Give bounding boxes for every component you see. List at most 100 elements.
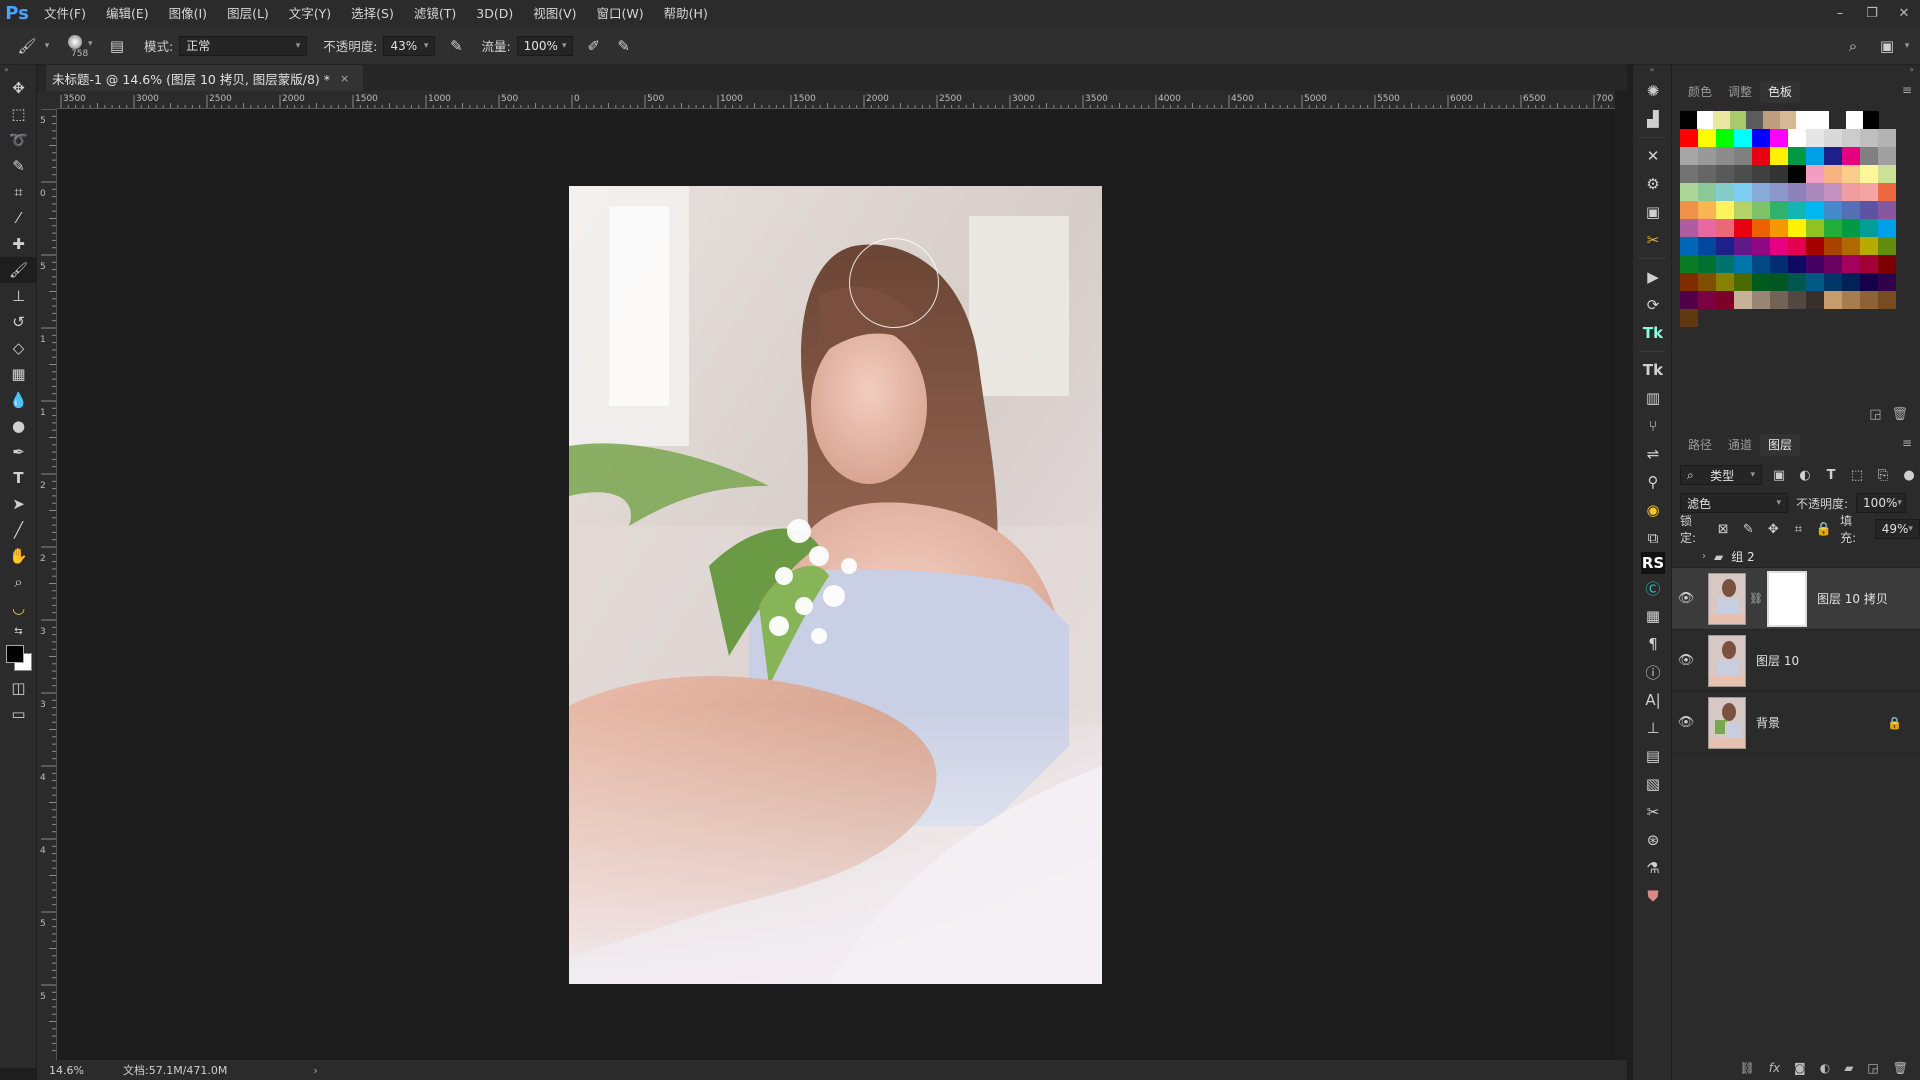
color-swatch[interactable] — [1788, 237, 1806, 255]
swirl-icon[interactable]: ⚙ — [1633, 170, 1673, 198]
color-swatch[interactable] — [1806, 237, 1824, 255]
color-swatch[interactable] — [1878, 183, 1896, 201]
color-swatch[interactable] — [1680, 237, 1698, 255]
document-photo[interactable] — [569, 186, 1102, 984]
healing-brush-tool-icon[interactable]: ✚ — [0, 231, 37, 257]
airbrush-icon[interactable]: ✐ — [581, 33, 607, 59]
color-swatch[interactable] — [1752, 165, 1770, 183]
color-swatch[interactable] — [1752, 273, 1770, 291]
color-swatch[interactable] — [1716, 291, 1734, 309]
color-swatch[interactable] — [1824, 129, 1842, 147]
color-swatch[interactable] — [1824, 201, 1842, 219]
color-swatch[interactable] — [1770, 291, 1788, 309]
color-swatch[interactable] — [1770, 273, 1788, 291]
tk-panel-2-icon[interactable]: Tk — [1633, 356, 1673, 384]
color-swatch[interactable] — [1729, 111, 1747, 129]
color-swatch[interactable] — [1806, 183, 1824, 201]
menu-type[interactable]: 文字(Y) — [279, 0, 341, 27]
color-swatch[interactable] — [1770, 165, 1788, 183]
add-mask-icon[interactable]: ◙ — [1794, 1061, 1806, 1075]
color-swatch[interactable] — [1860, 273, 1878, 291]
color-swatch[interactable] — [1860, 291, 1878, 309]
color-swatch[interactable] — [1752, 183, 1770, 201]
workspace-icon[interactable]: ▣ — [1874, 33, 1900, 59]
color-swatch[interactable] — [1788, 255, 1806, 273]
notes-icon[interactable]: ▤ — [1633, 742, 1673, 770]
color-swatch[interactable] — [1879, 111, 1896, 129]
color-swatch[interactable] — [1824, 237, 1842, 255]
color-swatch[interactable] — [1860, 255, 1878, 273]
paragraph-icon[interactable]: ¶ — [1633, 630, 1673, 658]
restore-icon[interactable]: ❐ — [1856, 0, 1888, 27]
minimize-icon[interactable]: – — [1824, 0, 1856, 27]
color-swatch[interactable] — [1860, 129, 1878, 147]
zoom-tool-icon[interactable]: ⌕ — [0, 569, 37, 595]
layer-thumbnail[interactable] — [1708, 634, 1746, 687]
plugin-extra-icon[interactable]: ⛊ — [1633, 882, 1673, 910]
color-swatch[interactable] — [1812, 111, 1830, 129]
delete-swatch-icon[interactable]: 🗑 — [1891, 407, 1908, 422]
color-swatch[interactable] — [1716, 255, 1734, 273]
tab-color[interactable]: 颜色 — [1680, 81, 1720, 103]
color-swatch[interactable] — [1770, 219, 1788, 237]
color-swatch[interactable] — [1770, 129, 1788, 147]
color-swatch[interactable] — [1698, 255, 1716, 273]
color-swatch[interactable] — [1878, 255, 1896, 273]
zoom-level[interactable]: 14.6% — [37, 1064, 97, 1077]
menu-filter[interactable]: 滤镜(T) — [404, 0, 466, 27]
color-swatch[interactable] — [1752, 291, 1770, 309]
color-swatch[interactable] — [1698, 273, 1716, 291]
history-brush-tool-icon[interactable]: ↺ — [0, 309, 37, 335]
color-swatch[interactable] — [1716, 273, 1734, 291]
color-swatch[interactable] — [1806, 201, 1824, 219]
color-swatch[interactable] — [1878, 291, 1896, 309]
eye-icon[interactable]: 👁 — [1672, 591, 1700, 606]
document-tab[interactable]: 未标题-1 @ 14.6% (图层 10 拷贝, 图层蒙版/8) * × — [46, 65, 364, 91]
menu-view[interactable]: 视图(V) — [523, 0, 586, 27]
screen-mode-icon[interactable]: ▭ — [0, 701, 37, 727]
color-swatch[interactable] — [1680, 273, 1698, 291]
color-swatch[interactable] — [1806, 129, 1824, 147]
color-swatch[interactable] — [1713, 111, 1730, 129]
menu-layer[interactable]: 图层(L) — [217, 0, 279, 27]
color-swatch[interactable] — [1824, 165, 1842, 183]
opacity-input[interactable]: 43% ▾ — [383, 35, 436, 56]
dodge-tool-icon[interactable]: ● — [0, 413, 37, 439]
color-swatch[interactable] — [1752, 219, 1770, 237]
status-menu-chevron-icon[interactable]: › — [313, 1064, 317, 1077]
character-icon[interactable]: A| — [1633, 686, 1673, 714]
color-swatch[interactable] — [1734, 237, 1752, 255]
plugin-gear-icon[interactable]: ✺ — [1633, 77, 1673, 105]
collapse-arrows-icon[interactable]: » — [0, 65, 36, 75]
color-swatch[interactable] — [1734, 165, 1752, 183]
collapse-arrows-icon[interactable]: » — [1672, 65, 1920, 77]
color-swatch[interactable] — [1716, 183, 1734, 201]
color-swatch[interactable] — [1842, 129, 1860, 147]
lock-artboard-icon[interactable]: ⌗ — [1790, 522, 1807, 537]
path-select-tool-icon[interactable]: ➤ — [0, 491, 37, 517]
color-swatch[interactable] — [1734, 201, 1752, 219]
color-swatch[interactable] — [1842, 201, 1860, 219]
color-swatch[interactable] — [1878, 237, 1896, 255]
layer-name[interactable]: 图层 10 — [1756, 652, 1799, 669]
color-swatch[interactable] — [1752, 237, 1770, 255]
color-swatch[interactable] — [1698, 201, 1716, 219]
move-tool-icon[interactable]: ✥ — [0, 75, 37, 101]
canvas-area[interactable] — [57, 109, 1615, 1068]
panel-menu-icon[interactable]: ≡ — [1902, 83, 1912, 97]
color-swatch[interactable] — [1770, 147, 1788, 165]
new-layer-icon[interactable]: ◲ — [1867, 1061, 1878, 1075]
quick-select-tool-icon[interactable]: ✎ — [0, 153, 37, 179]
properties-icon[interactable]: ▥ — [1633, 384, 1673, 412]
vertical-ruler[interactable]: 5 0 5 1 1 2 2 3 3 4 4 5 5 — [37, 109, 57, 1068]
chevron-right-icon[interactable]: › — [1702, 551, 1706, 562]
clone-stamp-tool-icon[interactable]: ⊥ — [0, 283, 37, 309]
eraser-tool-icon[interactable]: ◇ — [0, 335, 37, 361]
color-swatch[interactable] — [1716, 165, 1734, 183]
color-swatch[interactable] — [1806, 291, 1824, 309]
layer-comps-icon[interactable]: ▧ — [1633, 770, 1673, 798]
link-layers-icon[interactable]: ⛓ — [1739, 1061, 1754, 1075]
menu-image[interactable]: 图像(I) — [159, 0, 217, 27]
color-swatch[interactable] — [1842, 147, 1860, 165]
quick-mask-icon[interactable]: ◫ — [0, 675, 37, 701]
